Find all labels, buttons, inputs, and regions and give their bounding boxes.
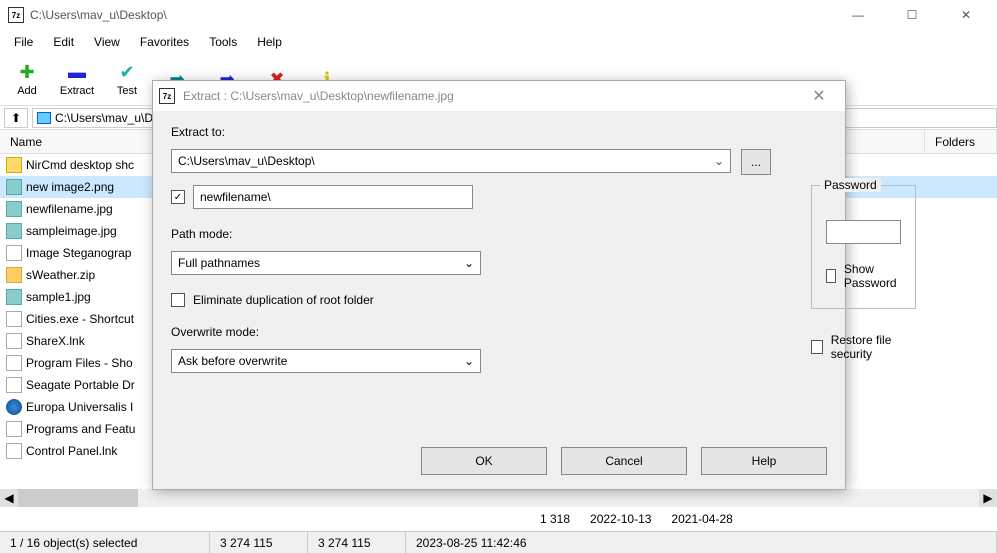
file-name: Control Panel.lnk xyxy=(26,444,117,458)
column-folders[interactable]: Folders xyxy=(925,130,997,153)
file-name: Program Files - Sho xyxy=(26,356,133,370)
subfolder-checkbox[interactable]: ✓ xyxy=(171,190,185,204)
minimize-button[interactable]: — xyxy=(835,0,881,30)
menubar: File Edit View Favorites Tools Help xyxy=(0,30,997,54)
extract-to-label: Extract to: xyxy=(171,125,771,139)
password-fieldset: Password Show Password xyxy=(811,185,916,309)
menu-view[interactable]: View xyxy=(86,33,128,51)
computer-icon xyxy=(37,112,51,124)
chevron-down-icon: ⌄ xyxy=(464,256,474,270)
file-name: Seagate Portable Dr xyxy=(26,378,135,392)
app-icon: 7z xyxy=(159,88,175,104)
show-password-checkbox[interactable] xyxy=(826,269,836,283)
status-size1: 3 274 115 xyxy=(210,532,308,553)
img-icon xyxy=(6,289,22,305)
file-name: ShareX.lnk xyxy=(26,334,85,348)
password-input[interactable] xyxy=(826,220,901,244)
app-icon: 7z xyxy=(8,7,24,23)
menu-file[interactable]: File xyxy=(6,33,41,51)
menu-edit[interactable]: Edit xyxy=(45,33,82,51)
file-name: Europa Universalis I xyxy=(26,400,133,414)
status-timestamp: 2023-08-25 11:42:46 xyxy=(406,532,997,553)
menu-tools[interactable]: Tools xyxy=(201,33,245,51)
globe-icon xyxy=(6,399,22,415)
lnk-icon xyxy=(6,421,22,437)
dialog-title: Extract : C:\Users\mav_u\Desktop\newfile… xyxy=(183,89,799,103)
lnk-icon xyxy=(6,333,22,349)
lnk-icon xyxy=(6,245,22,261)
eliminate-dup-checkbox[interactable] xyxy=(171,293,185,307)
file-name: Cities.exe - Shortcut xyxy=(26,312,134,326)
file-name: Programs and Featu xyxy=(26,422,135,436)
file-name: newfilename.jpg xyxy=(26,202,113,216)
file-name: sample1.jpg xyxy=(26,290,91,304)
overwrite-mode-combo[interactable]: Ask before overwrite ⌄ xyxy=(171,349,481,373)
lnk-icon xyxy=(6,355,22,371)
folder-icon xyxy=(6,157,22,173)
toolbar-extract[interactable]: ▬ Extract xyxy=(52,57,102,103)
show-password-label: Show Password xyxy=(844,262,901,290)
toolbar-add[interactable]: ✚ Add xyxy=(2,57,52,103)
help-button[interactable]: Help xyxy=(701,447,827,475)
file-name: new image2.png xyxy=(26,180,114,194)
extract-to-combo[interactable]: C:\Users\mav_u\Desktop\ ⌄ xyxy=(171,149,731,173)
password-label: Password xyxy=(820,178,881,192)
img-icon xyxy=(6,179,22,195)
minus-icon: ▬ xyxy=(67,63,87,83)
zip-icon xyxy=(6,267,22,283)
chevron-down-icon: ⌄ xyxy=(464,354,474,368)
dialog-titlebar: 7z Extract : C:\Users\mav_u\Desktop\newf… xyxy=(153,81,845,111)
menu-help[interactable]: Help xyxy=(249,33,290,51)
status-bar: 1 / 16 object(s) selected 3 274 115 3 27… xyxy=(0,531,997,553)
file-name: NirCmd desktop shc xyxy=(26,158,134,172)
detail-bar: 1 318 2022-10-13 2021-04-28 xyxy=(0,507,997,531)
eliminate-dup-label: Eliminate duplication of root folder xyxy=(193,293,374,307)
img-icon xyxy=(6,223,22,239)
ok-button[interactable]: OK xyxy=(421,447,547,475)
toolbar-test[interactable]: ✔ Test xyxy=(102,57,152,103)
file-name: sWeather.zip xyxy=(26,268,95,282)
browse-button[interactable]: ... xyxy=(741,149,771,175)
restore-security-checkbox[interactable] xyxy=(811,340,823,354)
window-title: C:\Users\mav_u\Desktop\ xyxy=(30,8,835,22)
file-name: Image Steganograp xyxy=(26,246,131,260)
scroll-left-icon[interactable]: ◀ xyxy=(0,489,18,507)
file-name: sampleimage.jpg xyxy=(26,224,117,238)
plus-icon: ✚ xyxy=(17,63,37,83)
scroll-thumb[interactable] xyxy=(18,489,138,507)
maximize-button[interactable]: ☐ xyxy=(889,0,935,30)
window-titlebar: 7z C:\Users\mav_u\Desktop\ — ☐ ✕ xyxy=(0,0,997,30)
status-size2: 3 274 115 xyxy=(308,532,406,553)
scroll-right-icon[interactable]: ▶ xyxy=(979,489,997,507)
lnk-icon xyxy=(6,443,22,459)
img-icon xyxy=(6,201,22,217)
extract-dialog: 7z Extract : C:\Users\mav_u\Desktop\newf… xyxy=(152,80,846,490)
cancel-button[interactable]: Cancel xyxy=(561,447,687,475)
lnk-icon xyxy=(6,311,22,327)
close-button[interactable]: ✕ xyxy=(943,0,989,30)
lnk-icon xyxy=(6,377,22,393)
restore-security-label: Restore file security xyxy=(831,333,916,361)
menu-favorites[interactable]: Favorites xyxy=(132,33,197,51)
status-selection: 1 / 16 object(s) selected xyxy=(0,532,210,553)
dialog-close-button[interactable]: ✕ xyxy=(799,86,839,106)
overwrite-mode-label: Overwrite mode: xyxy=(171,325,771,339)
chevron-down-icon: ⌄ xyxy=(714,154,724,168)
up-button[interactable]: ⬆ xyxy=(4,108,28,128)
path-mode-label: Path mode: xyxy=(171,227,771,241)
check-icon: ✔ xyxy=(117,63,137,83)
path-mode-combo[interactable]: Full pathnames ⌄ xyxy=(171,251,481,275)
subfolder-input[interactable]: newfilename\ xyxy=(193,185,473,209)
horizontal-scrollbar[interactable]: ◀ ▶ xyxy=(0,489,997,507)
